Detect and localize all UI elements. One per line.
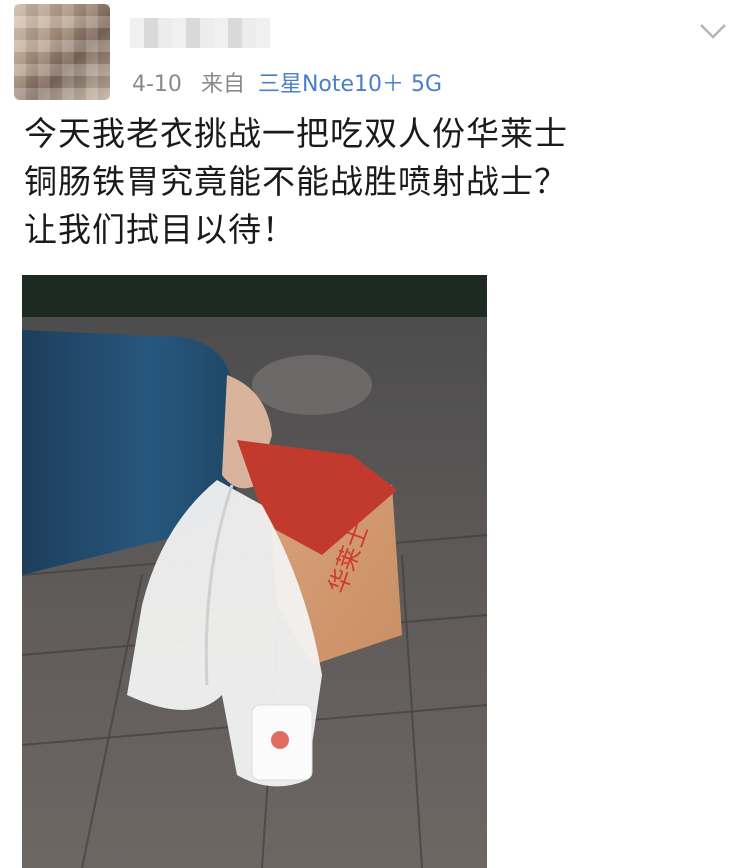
post-meta: 4-10 来自 三星Note10＋ 5G: [132, 66, 442, 98]
wet-reflection: [252, 355, 372, 415]
post-text-line: 今天我老衣挑战一把吃双人份华莱士: [24, 114, 568, 153]
photo-trees: [22, 275, 487, 317]
username-blurred[interactable]: [130, 18, 270, 48]
post-text-line: 铜肠铁胃究竟能不能战胜喷射战士？: [24, 162, 568, 201]
post-photo[interactable]: 华莱士: [22, 275, 487, 868]
post-date: 4-10: [132, 72, 182, 97]
avatar[interactable]: [14, 4, 110, 100]
cup-logo: [271, 731, 289, 749]
post-body: 今天我老衣挑战一把吃双人份华莱士 铜肠铁胃究竟能不能战胜喷射战士？ 让我们拭目以…: [24, 110, 724, 254]
source-prefix: 来自: [200, 72, 245, 97]
chevron-down-icon[interactable]: [698, 20, 728, 42]
post-text-line: 让我们拭目以待！: [24, 210, 296, 249]
source-device-link[interactable]: 三星Note10＋ 5G: [258, 72, 442, 97]
